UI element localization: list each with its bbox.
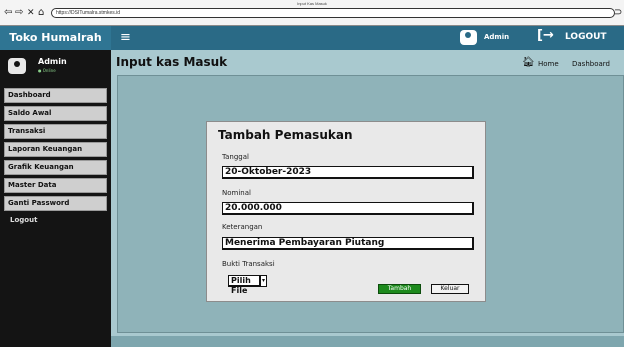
nominal-label: Nominal — [222, 189, 251, 197]
address-bar-end-icon: ⊃ — [614, 7, 623, 18]
back-arrow-icon[interactable]: ⇦ — [4, 8, 12, 18]
chevron-down-icon[interactable]: ▾ — [260, 275, 267, 287]
keterangan-field[interactable]: Menerima Pembayaran Piutang — [222, 237, 474, 250]
footer-strip — [111, 336, 624, 347]
brand-logo[interactable]: Toko Humalrah — [0, 26, 111, 50]
sidebar-menu: Dashboard Saldo Awal Transaksi Laporan K… — [4, 88, 107, 232]
sidebar-user-name: Admin — [38, 57, 67, 66]
tanggal-field[interactable]: 20-Oktober-2023 — [222, 166, 474, 179]
keluar-button[interactable]: Keluar — [431, 284, 469, 294]
nominal-field[interactable]: 20.000.000 — [222, 202, 474, 215]
tanggal-label: Tanggal — [222, 153, 249, 161]
logout-link[interactable]: LOGOUT — [565, 32, 607, 42]
sidebar-item-transaksi[interactable]: Transaksi — [4, 124, 107, 139]
browser-home-icon[interactable]: ⌂ — [38, 8, 44, 18]
logout-arrow-icon[interactable]: [→ — [537, 28, 554, 44]
home-icon[interactable]: 🏠︎ — [522, 58, 535, 68]
user-panel: Admin ● Online — [0, 50, 111, 82]
online-status: ● Online — [38, 68, 56, 73]
sidebar-item-dashboard[interactable]: Dashboard — [4, 88, 107, 103]
sidebar-item-ganti-password[interactable]: Ganti Password — [4, 196, 107, 211]
sidebar-item-master-data[interactable]: Master Data — [4, 178, 107, 193]
sidebar-item-saldo-awal[interactable]: Saldo Awal — [4, 106, 107, 121]
sidebar-item-laporan-keuangan[interactable]: Laporan Keuangan — [4, 142, 107, 157]
address-bar[interactable]: https://DSITumalra.stmkes.id — [51, 8, 615, 18]
forward-arrow-icon[interactable]: ⇨ — [15, 8, 23, 18]
bukti-transaksi-label: Bukti Transaksi — [222, 260, 275, 268]
sidebar-item-grafik-keuangan[interactable]: Grafik Keuangan — [4, 160, 107, 175]
window-title: Input Kas Masuk — [297, 1, 327, 6]
admin-label[interactable]: Admin — [484, 33, 509, 41]
breadcrumb-home[interactable]: Home — [538, 60, 559, 68]
sidebar-item-logout[interactable]: Logout — [4, 214, 107, 229]
tambah-button[interactable]: Tambah — [378, 284, 421, 294]
sidebar: Admin ● Online Dashboard Saldo Awal Tran… — [0, 50, 111, 347]
user-avatar-icon[interactable] — [460, 30, 477, 45]
choose-file-button[interactable]: Pilih File — [228, 275, 260, 295]
hamburger-menu-icon[interactable]: ≡ — [120, 31, 131, 44]
sidebar-avatar-icon — [8, 58, 26, 74]
keterangan-label: Keterangan — [222, 223, 263, 231]
form-title: Tambah Pemasukan — [218, 128, 353, 142]
url-text: https://DSITumalra.stmkes.id — [56, 10, 120, 16]
breadcrumb-dashboard[interactable]: Dashboard — [572, 60, 610, 68]
stop-close-icon[interactable]: ✕ — [27, 8, 35, 18]
page-title: Input kas Masuk — [116, 55, 228, 69]
